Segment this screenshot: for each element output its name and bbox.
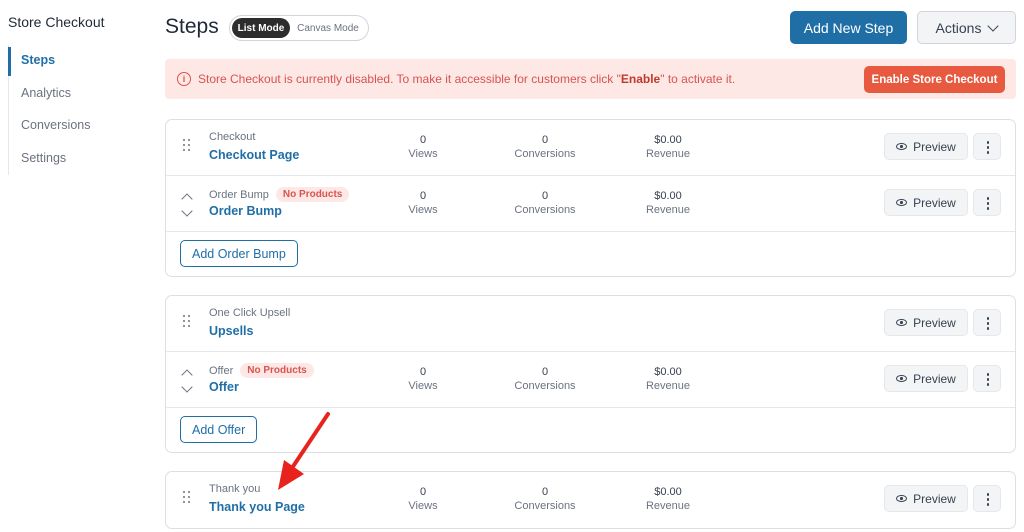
alert-message: Store Checkout is currently disabled. To…: [198, 72, 736, 86]
chevron-up-icon: [181, 369, 193, 381]
add-offer-button[interactable]: Add Offer: [180, 416, 258, 443]
chevron-down-icon: [987, 19, 1000, 32]
revenue-stat: $0.00 Revenue: [645, 190, 691, 216]
views-stat: 0 Views: [408, 134, 438, 160]
step-row: Checkout Checkout Page 0 Views 0 Conversio…: [166, 120, 1015, 176]
revenue-stat: $0.00 Revenue: [645, 366, 691, 392]
conversions-stat: 0 Conversions: [514, 486, 576, 512]
no-products-badge: No Products: [240, 363, 314, 378]
more-options-button[interactable]: [973, 309, 1001, 336]
actions-label: Actions: [935, 19, 982, 36]
more-options-button[interactable]: [973, 365, 1001, 392]
page-title: Steps: [165, 15, 219, 38]
sidebar-item-steps[interactable]: Steps: [7, 45, 90, 78]
step-row: One Click Upsell Upsells Preview: [166, 296, 1015, 352]
step-row: Offer No Products Offer 0 Views 0 Conversio…: [166, 352, 1015, 408]
drag-handle-icon[interactable]: [183, 139, 191, 153]
sidebar: Store Checkout Steps Analytics Conversio…: [0, 0, 150, 532]
sidebar-item-settings[interactable]: Settings: [9, 143, 90, 176]
info-icon: i: [177, 72, 191, 86]
drag-handle-icon[interactable]: [183, 491, 191, 505]
reorder-arrows[interactable]: [181, 192, 195, 222]
eye-icon: [896, 199, 908, 206]
step-type: Offer No Products: [209, 363, 314, 378]
more-options-button[interactable]: [973, 133, 1001, 160]
drag-handle-icon[interactable]: [183, 315, 191, 329]
conversions-stat: 0 Conversions: [514, 366, 576, 392]
step-row: Order Bump No Products Order Bump 0 Views …: [166, 176, 1015, 232]
step-name-link[interactable]: Order Bump: [209, 204, 282, 218]
step-name-link[interactable]: Upsells: [209, 324, 253, 338]
chevron-down-icon: [181, 205, 193, 217]
step-name-link[interactable]: Checkout Page: [209, 148, 299, 162]
revenue-stat: $0.00 Revenue: [645, 134, 691, 160]
sidebar-item-analytics[interactable]: Analytics: [9, 78, 90, 111]
sidebar-item-conversions[interactable]: Conversions: [9, 110, 90, 143]
step-type: Checkout: [209, 131, 256, 143]
views-stat: 0 Views: [408, 190, 438, 216]
views-stat: 0 Views: [408, 366, 438, 392]
more-options-button[interactable]: [973, 189, 1001, 216]
revenue-stat: $0.00 Revenue: [645, 486, 691, 512]
step-name-link[interactable]: Offer: [209, 380, 239, 394]
step-group-checkout: Checkout Checkout Page 0 Views 0 Conversio…: [165, 119, 1016, 277]
eye-icon: [896, 495, 908, 502]
add-order-bump-button[interactable]: Add Order Bump: [180, 240, 298, 267]
step-name-link[interactable]: Thank you Page: [209, 500, 305, 514]
preview-button[interactable]: Preview: [884, 309, 968, 336]
no-products-badge: No Products: [275, 187, 350, 202]
actions-dropdown[interactable]: Actions: [917, 11, 1016, 44]
eye-icon: [896, 143, 908, 150]
conversions-stat: 0 Conversions: [514, 134, 576, 160]
add-row: Add Order Bump: [166, 232, 1015, 276]
eye-icon: [896, 375, 908, 382]
preview-button[interactable]: Preview: [884, 365, 968, 392]
view-mode-toggle: List Mode Canvas Mode: [229, 15, 369, 41]
views-stat: 0 Views: [408, 486, 438, 512]
chevron-up-icon: [181, 193, 193, 205]
preview-button[interactable]: Preview: [884, 189, 968, 216]
conversions-stat: 0 Conversions: [514, 190, 576, 216]
annotation-arrow-icon: [278, 412, 330, 490]
disabled-alert: i Store Checkout is currently disabled. …: [165, 59, 1016, 99]
add-new-step-button[interactable]: Add New Step: [790, 11, 907, 44]
step-type: Order Bump No Products: [209, 187, 350, 202]
reorder-arrows[interactable]: [181, 368, 195, 398]
eye-icon: [896, 319, 908, 326]
canvas-mode-button[interactable]: Canvas Mode: [290, 18, 366, 38]
sidebar-nav: Steps Analytics Conversions Settings: [7, 45, 90, 176]
preview-button[interactable]: Preview: [884, 485, 968, 512]
step-type: Thank you: [209, 483, 261, 495]
step-type: One Click Upsell: [209, 307, 291, 319]
enable-store-checkout-button[interactable]: Enable Store Checkout: [864, 66, 1005, 93]
chevron-down-icon: [181, 381, 193, 393]
list-mode-button[interactable]: List Mode: [232, 18, 290, 38]
more-options-button[interactable]: [973, 485, 1001, 512]
sidebar-title: Store Checkout: [8, 14, 105, 30]
preview-button[interactable]: Preview: [884, 133, 968, 160]
